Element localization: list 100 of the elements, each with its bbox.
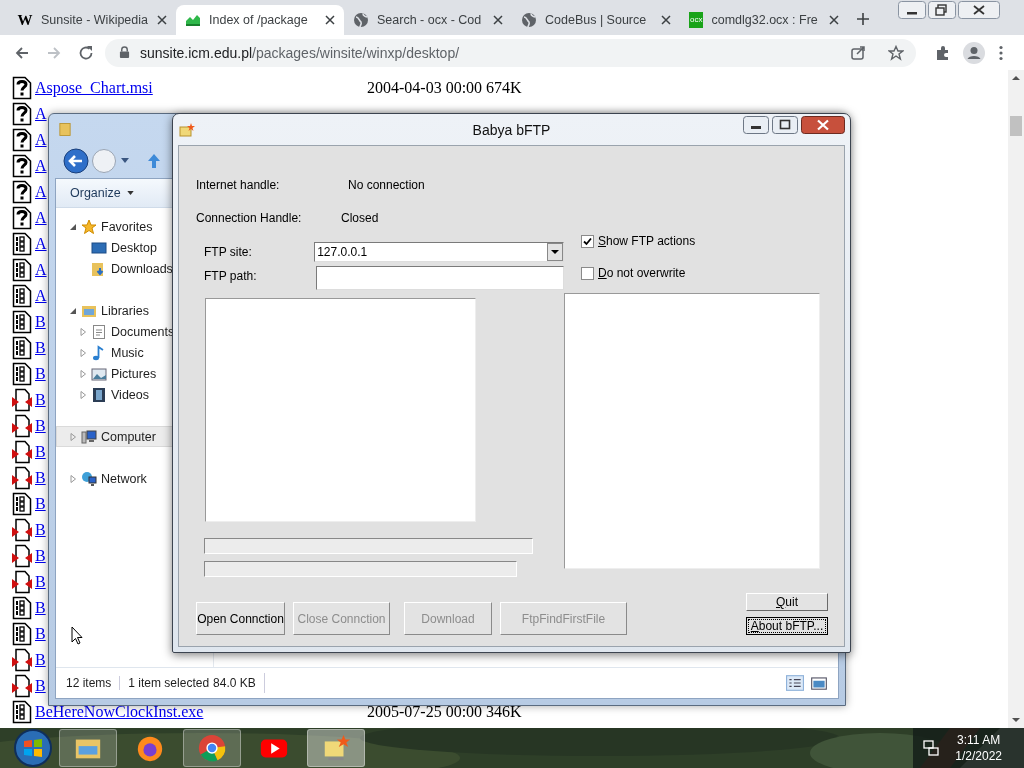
scroll-thumb[interactable] [1010, 116, 1022, 136]
file-link[interactable]: B [35, 547, 46, 565]
close-icon[interactable] [958, 1, 1000, 19]
menu-icon[interactable] [999, 44, 1003, 61]
start-button[interactable] [13, 728, 53, 768]
nav-item[interactable]: Videos [56, 384, 213, 405]
checkbox-label[interactable]: Show FTP actions [598, 234, 696, 248]
close-icon[interactable] [801, 116, 845, 134]
nav-item[interactable]: Network [56, 468, 213, 489]
file-link[interactable]: A [35, 105, 47, 123]
puzzle-icon[interactable] [935, 44, 951, 61]
browser-tab[interactable]: Search - ocx - Cod [344, 5, 512, 35]
file-link[interactable]: B [35, 651, 46, 669]
maximize-icon[interactable] [772, 116, 798, 134]
close-icon[interactable] [661, 15, 671, 25]
installer-file-icon [12, 570, 32, 594]
file-link[interactable]: B [35, 365, 46, 383]
checkbox[interactable] [581, 234, 594, 248]
file-link[interactable]: A [35, 287, 47, 305]
close-icon[interactable] [493, 15, 503, 25]
dialog-button[interactable]: About bFTP... [746, 617, 828, 635]
film-icon [91, 386, 107, 403]
file-info: 2005-07-25 00:00 346K [367, 703, 523, 721]
file-link[interactable]: Aspose_Chart.msi [35, 79, 153, 97]
installer-file-icon [12, 440, 32, 464]
action-button[interactable]: Open Connction [196, 602, 285, 635]
taskbar-button[interactable] [59, 729, 117, 767]
bookmark-star-icon[interactable] [888, 44, 904, 61]
nav-item[interactable]: Libraries [56, 300, 213, 321]
file-link[interactable]: B [35, 599, 46, 617]
binary-file-icon [12, 310, 32, 334]
file-link[interactable]: A [35, 209, 47, 227]
scroll-up-icon[interactable] [1011, 74, 1021, 82]
file-link[interactable]: B [35, 469, 46, 487]
logo-icon [185, 12, 201, 28]
file-link[interactable]: A [35, 261, 47, 279]
mouse-pointer-icon [71, 626, 83, 645]
taskbar-button[interactable] [307, 729, 365, 767]
binary-file-icon [12, 232, 32, 256]
file-link[interactable]: B [35, 625, 46, 643]
binary-file-icon [12, 700, 32, 724]
ftp-site-combobox[interactable]: 127.0.0.1 [314, 242, 564, 262]
back-icon[interactable] [63, 148, 89, 174]
new-tab-icon[interactable] [856, 12, 870, 26]
scroll-down-icon[interactable] [1011, 716, 1021, 724]
file-link[interactable]: A [35, 183, 47, 201]
dialog-button[interactable]: Quit [746, 593, 828, 611]
status-value: No connection [348, 178, 426, 192]
expanded-arrow-icon[interactable] [69, 222, 77, 231]
unknown-file-icon [12, 76, 32, 100]
file-link[interactable]: B [35, 677, 46, 695]
browser-tab[interactable]: Index of /package [176, 5, 344, 35]
scrollbar[interactable] [1008, 70, 1024, 728]
preview-pane-icon[interactable] [810, 675, 828, 691]
file-link[interactable]: BeHereNowClockInst.exe [35, 703, 204, 721]
close-icon[interactable] [325, 15, 335, 25]
close-icon[interactable] [829, 15, 839, 25]
field-label: FTP site: [204, 244, 253, 259]
file-link[interactable]: B [35, 339, 46, 357]
file-link[interactable]: B [35, 495, 46, 513]
file-link[interactable]: B [35, 573, 46, 591]
file-link[interactable]: B [35, 521, 46, 539]
minimize-icon[interactable] [898, 1, 926, 19]
details-view-icon[interactable] [786, 675, 804, 691]
file-link[interactable]: B [35, 391, 46, 409]
profile-icon[interactable] [963, 41, 985, 64]
unknown-file-icon [12, 180, 32, 204]
reload-icon[interactable] [78, 44, 94, 61]
file-link[interactable]: A [35, 235, 47, 253]
taskbar-button[interactable] [183, 729, 241, 767]
favicon: ocx [689, 12, 704, 28]
file-link[interactable]: B [35, 417, 46, 435]
nav-item[interactable]: Documents [56, 321, 213, 342]
file-link[interactable]: B [35, 313, 46, 331]
file-link[interactable]: A [35, 131, 47, 149]
organize-menu[interactable]: Organize [70, 186, 134, 200]
share-icon[interactable] [850, 44, 866, 61]
selection-info: 1 item selected [119, 676, 214, 690]
browser-tab[interactable]: W Sunsite - Wikipedia [8, 5, 176, 35]
file-link[interactable]: B [35, 443, 46, 461]
close-icon[interactable] [157, 15, 167, 25]
ftp-path-field[interactable] [316, 266, 564, 290]
expanded-arrow-icon[interactable] [69, 306, 77, 315]
browser-tab[interactable]: ocx comdlg32.ocx : Fre [680, 5, 848, 35]
minimize-icon[interactable] [743, 116, 769, 134]
browser-tab[interactable]: CodeBus | Source [512, 5, 680, 35]
file-link[interactable]: A [35, 157, 47, 175]
network-status-icon[interactable] [923, 740, 940, 756]
lock-icon[interactable] [119, 46, 130, 59]
installer-file-icon [12, 466, 32, 490]
nav-item[interactable]: Music [56, 342, 213, 363]
address-field[interactable]: sunsite.icm.edu.pl/packages/winsite/winxp/desktop/ [105, 38, 916, 67]
checkbox[interactable] [581, 266, 594, 280]
binary-file-icon [12, 596, 32, 620]
checkbox-label[interactable]: Do not overwrite [598, 266, 686, 280]
restore-icon[interactable] [928, 1, 956, 19]
installer-file-icon [12, 518, 32, 542]
back-icon[interactable] [14, 44, 30, 61]
nav-item[interactable]: Pictures [56, 363, 213, 384]
caret-icon[interactable] [121, 158, 129, 164]
